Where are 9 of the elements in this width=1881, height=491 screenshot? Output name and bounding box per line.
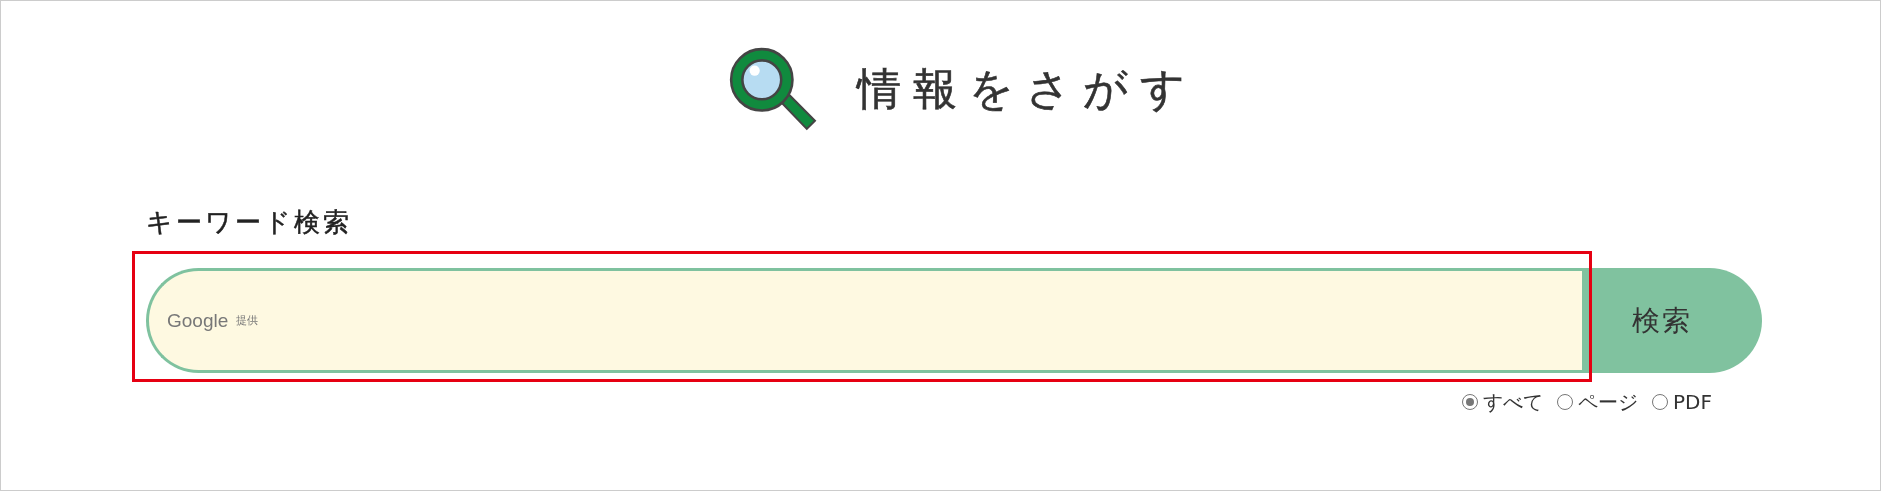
search-button[interactable]: 検索: [1582, 268, 1762, 374]
search-label: キーワード検索: [146, 207, 352, 239]
page-title: 情報をさがす: [856, 62, 1197, 116]
branding-note: 提供: [236, 313, 259, 329]
radio-label[interactable]: ページ: [1578, 391, 1639, 414]
google-branding: Google: [167, 309, 229, 332]
radio-label[interactable]: すべて: [1483, 391, 1544, 414]
radio-label[interactable]: PDF: [1673, 391, 1712, 414]
search-field[interactable]: Google 提供: [146, 268, 1582, 374]
